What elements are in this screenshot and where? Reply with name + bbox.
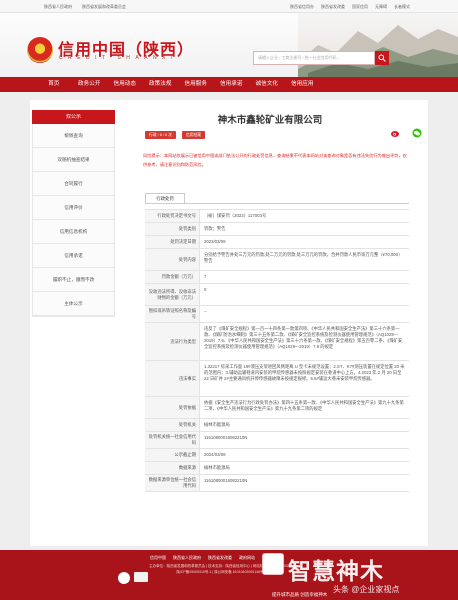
- table-row: 罚款金额（万元） 7: [145, 271, 409, 284]
- table-row: 处罚类别 罚款；警告: [145, 223, 409, 236]
- row-value: 罚款；警告: [204, 226, 226, 231]
- table-row: 处罚机关 榆林市能源局: [145, 419, 409, 432]
- row-key: 数据来源: [145, 462, 200, 474]
- link-accessibility[interactable]: 无障碍: [375, 4, 387, 10]
- tag-penalty-count[interactable]: 行政 / 6 / 6 次: [145, 131, 176, 139]
- row-value: 1.32217 综采工作面 19#液压支架进回风侧距离 U 型卡未规范设置；2.…: [204, 364, 405, 381]
- link-ndrc[interactable]: 陕西省发改委: [321, 4, 345, 10]
- row-value: （榆）煤安罚（2023）117003号: [204, 213, 267, 218]
- sidebar-item[interactable]: 信用承诺: [33, 244, 114, 268]
- sidebar-item[interactable]: 履职不止，遵而不改: [33, 268, 114, 292]
- company-name: 神木市鑫轮矿业有限公司: [217, 115, 323, 126]
- row-key: 公示截止期: [145, 449, 200, 461]
- row-value: 分别给予警告并处三万元的罚款;处二万元的罚款;处三万元的罚款，合并罚款人民币柒万…: [204, 252, 403, 263]
- tag-credit-archive[interactable]: 信用档案: [182, 131, 206, 139]
- row-value: 0: [204, 287, 207, 292]
- site-header: 信用中国（陕西） CREDIT SHAANXI 请输入企业 / 工商注册号 / …: [0, 13, 458, 77]
- row-key: 处罚机关统一社会信用代码: [145, 432, 200, 448]
- mountain-banner-image: [298, 13, 458, 77]
- footer-link[interactable]: 陕西省发改委: [208, 555, 232, 561]
- party-gov-badge-icon[interactable]: [118, 572, 130, 584]
- table-row: 处罚决定日期 2023/03/09: [145, 236, 409, 249]
- error-report-badge-icon[interactable]: [134, 572, 148, 582]
- tab-divider: [145, 203, 409, 204]
- link-shaanxi-gov[interactable]: 陕西省人民政府: [44, 4, 72, 10]
- table-row: 处罚机关统一社会信用代码 11610800016082210N: [145, 432, 409, 449]
- main-nav: 首页 政务公开 信用动态 政策法规 信用服务 信用承诺 诚信文化 信用应用: [0, 77, 458, 92]
- watermark-slogan: 提升城市品质 创造幸福神木: [272, 592, 328, 597]
- watermark-logo-icon: [262, 553, 284, 575]
- footer-link[interactable]: 政府网站: [239, 555, 255, 561]
- risk-notice: 风险提示：本网站仅展示已被信用中国或部门依法公开的行政处罚信息，查询结果不代表本…: [143, 153, 407, 167]
- row-key: 处罚机关: [145, 419, 200, 431]
- table-row: 行政处罚决定书文号 （榆）煤安罚（2023）117003号: [145, 210, 409, 223]
- sidebar-item[interactable]: 双随机抽查结果: [33, 148, 114, 172]
- penalty-detail-table: 行政处罚决定书文号 （榆）煤安罚（2023）117003号 处罚类别 罚款；警告 处…: [145, 209, 409, 492]
- row-key: 处罚类别: [145, 223, 200, 235]
- company-tags: 行政 / 6 / 6 次 信用档案: [145, 131, 206, 139]
- watermark-title: 智慧神木: [288, 559, 384, 585]
- sidebar: 双公示 黎佩查询 双随机抽查结果 合同履行 信用评价 信用信息机构 信用承诺 履…: [32, 110, 115, 317]
- table-row: 公示截止期 2024/03/09: [145, 449, 409, 462]
- link-credit-office[interactable]: 陕西省信用办: [290, 4, 314, 10]
- tab-administrative-penalty[interactable]: 行政处罚: [145, 193, 185, 203]
- link-elder-mode[interactable]: 长者模式: [394, 4, 410, 10]
- search-icon: [378, 54, 386, 62]
- row-value: 11610800016082210N: [204, 478, 248, 483]
- row-key: 违法行为类型: [145, 323, 200, 360]
- nav-credit-commitment[interactable]: 信用承诺: [214, 77, 250, 92]
- row-key: 处罚决定日期: [145, 236, 200, 248]
- table-row: 违法事实 1.32217 综采工作面 19#液压支架进回风侧距离 U 型卡未规范设…: [145, 361, 409, 397]
- nav-credit-news[interactable]: 信用动态: [107, 77, 143, 92]
- footer-link[interactable]: 陕西省人民政府: [173, 555, 201, 561]
- table-row: 处罚内容 分别给予警告并处三万元的罚款;处二万元的罚款;处三万元的罚款，合并罚款人…: [145, 249, 409, 271]
- row-value: 2024/03/09: [204, 452, 226, 457]
- nav-credit-service[interactable]: 信用服务: [178, 77, 214, 92]
- table-row: 处罚依据 依据《安全生产违法行为行政处罚办法》第四十五条第一款、《中华人民共和国安…: [145, 397, 409, 419]
- table-row: 暂扣或吊销证照名称及编号 --: [145, 306, 409, 323]
- row-value: 7: [204, 274, 207, 279]
- table-row: 数据来源 榆林市能源局: [145, 462, 409, 475]
- watermark-account: 头条 @企业家视点: [333, 585, 400, 594]
- sidebar-heading[interactable]: 双公示: [32, 110, 115, 124]
- row-value: 榆林市能源局: [204, 422, 230, 427]
- row-key: 暂扣或吊销证照名称及编号: [145, 306, 200, 322]
- weibo-share-icon[interactable]: [390, 128, 400, 138]
- table-row: 没收违法所得、没收非法财物的金额（万元） 0: [145, 284, 409, 306]
- link-shaanxi-ndrc[interactable]: 陕西省发展和改革委员会: [82, 4, 126, 10]
- row-key: 违法事实: [145, 361, 200, 396]
- search-input[interactable]: 请输入企业 / 工商注册号 / 统一社会信用代码...: [253, 51, 375, 65]
- table-row: 违法行为类型 违反了《煤矿安全规程》第一百一十四条第一款第四项、《中华人民共和国安…: [145, 323, 409, 361]
- row-key: 数据来源单位统一社会信用代码: [145, 475, 200, 491]
- row-value: 2023/03/09: [204, 239, 226, 244]
- nav-credit-application[interactable]: 信用应用: [285, 77, 321, 92]
- sidebar-item[interactable]: 主体公示: [33, 292, 114, 316]
- row-key: 行政处罚决定书文号: [145, 210, 200, 222]
- row-key: 罚款金额（万元）: [145, 271, 200, 283]
- sidebar-item[interactable]: 黎佩查询: [33, 124, 114, 148]
- top-utility-bar: 陕西省人民政府 陕西省发展和改革委员会 陕西省信用办 陕西省发改委 国家信用 无…: [0, 0, 458, 13]
- nav-gov-open[interactable]: 政务公开: [72, 77, 108, 92]
- search-button[interactable]: [375, 51, 389, 65]
- row-value: --: [204, 309, 207, 314]
- row-key: 处罚内容: [145, 249, 200, 270]
- sidebar-item[interactable]: 信用信息机构: [33, 220, 114, 244]
- nav-home[interactable]: 首页: [36, 77, 72, 92]
- row-value: 11610800016082210N: [204, 435, 248, 440]
- row-value: 依据《安全生产违法行为行政处罚办法》第四十五条第一款、《中华人民共和国安全生产法…: [204, 400, 404, 411]
- row-key: 处罚依据: [145, 397, 200, 418]
- national-emblem-icon: [27, 37, 53, 63]
- nav-policy[interactable]: 政策法规: [143, 77, 179, 92]
- link-national-credit[interactable]: 国家信用: [352, 4, 368, 10]
- sidebar-item[interactable]: 信用评价: [33, 196, 114, 220]
- row-value: 违反了《煤矿安全规程》第一百一十四条第一款第四项、《中华人民共和国安全生产法》第…: [204, 326, 403, 349]
- nav-integrity-culture[interactable]: 诚信文化: [249, 77, 285, 92]
- row-value: 榆林市能源局: [204, 465, 230, 470]
- wechat-share-icon[interactable]: [412, 128, 422, 138]
- table-row: 数据来源单位统一社会信用代码 11610800016082210N: [145, 475, 409, 492]
- row-key: 没收违法所得、没收非法财物的金额（万元）: [145, 284, 200, 305]
- site-logo-subtitle: CREDIT SHAANXI: [59, 55, 178, 61]
- footer-link[interactable]: 信用中国: [150, 555, 166, 561]
- sidebar-item[interactable]: 合同履行: [33, 172, 114, 196]
